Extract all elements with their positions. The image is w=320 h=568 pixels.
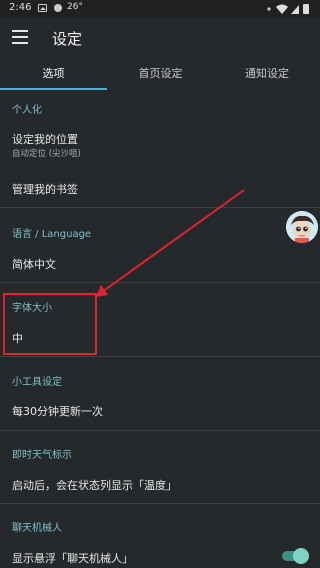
divider xyxy=(0,207,320,208)
language-value-item[interactable]: 简体中文 xyxy=(12,256,56,272)
app-bar: 设定 xyxy=(0,18,320,58)
toggle-knob xyxy=(293,548,309,564)
annotation-highlight-box xyxy=(3,293,97,355)
chatbot-avatar-icon[interactable] xyxy=(286,211,318,243)
set-location-item[interactable]: 设定我的位置 xyxy=(12,131,78,147)
section-header-widget: 小工具设定 xyxy=(12,377,62,388)
notification-dot-icon xyxy=(267,7,271,11)
set-location-subtitle: 自动定位 (尖沙咀) xyxy=(12,149,81,159)
tab-options[interactable]: 选项 xyxy=(0,58,107,90)
menu-icon[interactable] xyxy=(12,30,28,44)
divider xyxy=(0,503,320,504)
section-header-chatbot: 聊天机械人 xyxy=(12,523,62,534)
section-header-language: 语言 / Language xyxy=(12,229,92,240)
signal-icon xyxy=(291,5,299,14)
wifi-icon xyxy=(276,4,288,14)
chatbot-toggle[interactable] xyxy=(280,548,309,564)
manage-bookmarks-item[interactable]: 管理我的书签 xyxy=(12,181,78,197)
status-time: 2:46 xyxy=(9,2,32,13)
instant-weather-item[interactable]: 启动后，会在状态列显示「温度」 xyxy=(12,477,177,493)
battery-icon xyxy=(303,4,309,14)
active-tab-indicator xyxy=(0,88,107,90)
status-indicators xyxy=(267,4,309,14)
tab-notification-settings[interactable]: 通知设定 xyxy=(214,58,320,90)
divider xyxy=(0,282,320,283)
divider xyxy=(0,356,320,357)
section-header-personalization: 个人化 xyxy=(12,105,42,116)
divider xyxy=(0,430,320,431)
section-header-instant-weather: 即时天气标示 xyxy=(12,450,72,461)
tab-bar: 选项 首页设定 通知设定 xyxy=(0,58,320,90)
tab-homepage-settings[interactable]: 首页设定 xyxy=(107,58,214,90)
status-bar: 2:46 26° xyxy=(0,0,320,18)
image-notification-icon xyxy=(38,4,47,12)
status-temperature: 26° xyxy=(67,2,83,12)
show-floating-chatbot-label: 显示悬浮「聊天机械人」 xyxy=(12,552,133,565)
widget-update-item[interactable]: 每30分钟更新一次 xyxy=(12,403,103,419)
weather-icon xyxy=(54,4,62,12)
page-title: 设定 xyxy=(52,30,83,48)
